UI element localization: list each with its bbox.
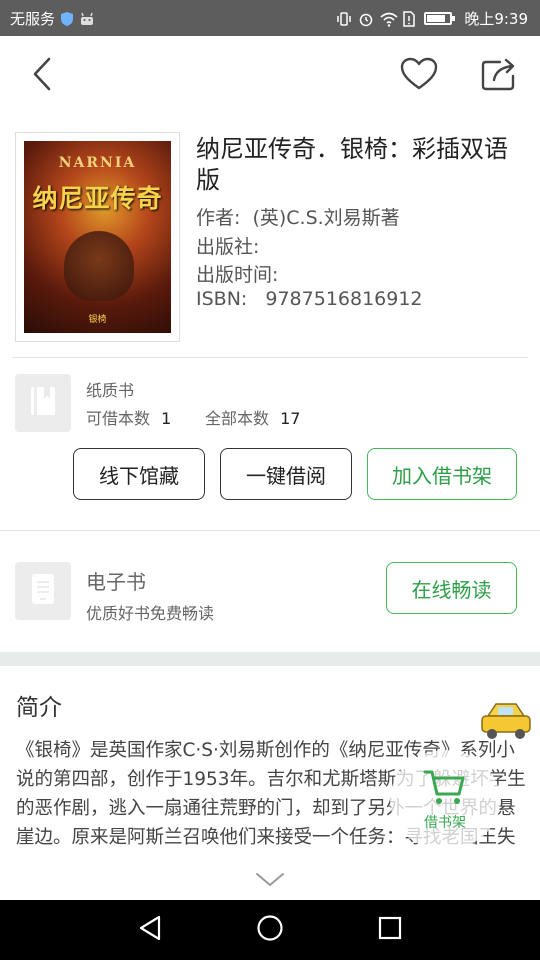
heart-icon [400,57,438,95]
share-icon [480,56,518,96]
back-button[interactable] [20,54,64,98]
total-count: 17 [280,409,301,428]
divider [0,530,540,531]
pubdate-row: 出版时间: [196,260,278,287]
ebook-description: 优质好书免费畅读 [86,604,215,623]
isbn-value: 9787516816912 [265,288,423,310]
cover-series-text: NARNIA [58,155,137,171]
wifi-icon [380,11,398,27]
book-cover-image: NARNIA 纳尼亚传奇 银椅 [24,141,171,333]
status-bar: 无服务 晚上9:39 [0,0,540,36]
square-recents-icon [378,916,402,944]
one-click-borrow-button[interactable]: 一键借阅 [220,448,352,500]
total-count-row: 全部本数 17 [205,405,300,429]
nav-home-button[interactable] [248,912,292,948]
shopping-cart-icon [423,768,467,810]
nav-back-button[interactable] [128,912,172,948]
add-to-shelf-button[interactable]: 加入借书架 [367,448,517,500]
nav-recents-button[interactable] [368,912,412,948]
paper-book-label: 纸质书 [86,381,135,400]
author-value: (英)C.S.刘易斯著 [252,207,400,229]
publisher-row: 出版社: [196,232,259,259]
available-count: 1 [161,409,172,428]
battery-icon [424,12,456,25]
read-online-button[interactable]: 在线畅读 [386,562,517,614]
author-row: 作者: (英)C.S.刘易斯著 [196,203,400,230]
chevron-down-icon [255,871,285,891]
offline-collection-button[interactable]: 线下馆藏 [73,448,205,500]
author-label: 作者: [196,207,241,229]
available-count-row: 可借本数 1 [86,405,171,429]
pubdate-label: 出版时间: [196,264,279,286]
isbn-label: ISBN: [196,288,248,310]
car-mascot-icon [478,698,534,742]
ebook-icon [30,572,56,610]
cover-subtitle-text: 银椅 [88,315,107,325]
alarm-icon [358,11,374,27]
ebook-label: 电子书 [86,570,146,594]
circle-home-icon [256,914,284,946]
vibrate-icon [336,11,352,27]
cover-figure-illustration [64,231,134,301]
intro-title: 简介 [16,695,62,721]
borrow-shelf-label: 借书架 [424,815,466,831]
share-button[interactable] [476,54,522,98]
top-app-bar [0,36,540,116]
favorite-button[interactable] [396,54,442,98]
borrow-shelf-float-button[interactable]: 借书架 [390,750,500,850]
available-label: 可借本数 [86,409,151,428]
shield-icon [59,11,75,27]
divider [12,357,528,358]
paper-book-icon-box [15,374,71,432]
book-title: 纳尼亚传奇．银椅：彩插双语版 [196,135,508,194]
section-separator [0,652,540,666]
book-icon [28,385,58,421]
total-label: 全部本数 [205,409,270,428]
triangle-back-icon [138,915,162,945]
expand-intro-button[interactable] [250,868,290,894]
clock-text: 晚上9:39 [464,10,528,28]
system-nav-bar [0,900,540,960]
carrier-text: 无服务 [10,10,56,28]
cover-title-text: 纳尼亚传奇 [32,184,163,213]
android-icon [79,11,95,27]
ebook-icon-box [15,562,71,620]
publisher-label: 出版社: [196,236,260,258]
book-cover: NARNIA 纳尼亚传奇 银椅 [15,132,180,342]
isbn-row: ISBN: 9787516816912 [196,288,423,310]
sim-alert-icon [402,10,418,27]
chevron-left-icon [31,57,53,95]
